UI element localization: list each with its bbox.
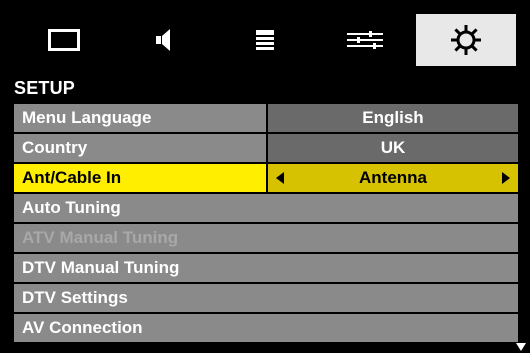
menu-item-value: English bbox=[268, 104, 518, 132]
menu-item-value: Antenna bbox=[359, 168, 427, 187]
scroll-down-icon[interactable] bbox=[516, 343, 526, 351]
menu-item-label: Menu Language bbox=[14, 104, 266, 132]
arrow-right-icon[interactable] bbox=[502, 172, 510, 184]
sound-icon bbox=[152, 27, 178, 53]
menu-item-label: Ant/Cable In bbox=[14, 164, 266, 192]
adjustments-icon bbox=[345, 27, 385, 53]
tab-sound[interactable] bbox=[114, 14, 215, 66]
option-selector[interactable]: Antenna bbox=[268, 164, 518, 192]
menu-item-label: DTV Settings bbox=[14, 284, 518, 312]
menu-item-label: DTV Manual Tuning bbox=[14, 254, 518, 282]
menu-item-auto-tuning[interactable]: Auto Tuning bbox=[14, 194, 518, 222]
setup-gear-icon bbox=[449, 23, 483, 57]
menu-item-value: UK bbox=[268, 134, 518, 162]
channel-list-icon bbox=[254, 27, 276, 53]
menu-item-av-connection[interactable]: AV Connection bbox=[14, 314, 518, 342]
tab-channels[interactable] bbox=[214, 14, 316, 66]
setup-menu: Menu Language English Country UK Ant/Cab… bbox=[14, 104, 518, 344]
menu-item-dtv-manual-tuning[interactable]: DTV Manual Tuning bbox=[14, 254, 518, 282]
menu-item-label: Country bbox=[14, 134, 266, 162]
tab-setup[interactable] bbox=[415, 14, 517, 66]
tab-adjustments[interactable] bbox=[315, 14, 416, 66]
menu-item-label: ATV Manual Tuning bbox=[14, 224, 518, 252]
section-title: SETUP bbox=[14, 78, 76, 98]
menu-item-ant-cable-in[interactable]: Ant/Cable In Antenna bbox=[14, 164, 518, 192]
menu-item-dtv-settings[interactable]: DTV Settings bbox=[14, 284, 518, 312]
picture-icon bbox=[46, 27, 82, 53]
menu-item-atv-manual-tuning: ATV Manual Tuning bbox=[14, 224, 518, 252]
tab-picture[interactable] bbox=[14, 14, 115, 66]
menu-item-country[interactable]: Country UK bbox=[14, 134, 518, 162]
arrow-left-icon[interactable] bbox=[276, 172, 284, 184]
menu-item-menu-language[interactable]: Menu Language English bbox=[14, 104, 518, 132]
menu-tab-bar bbox=[14, 14, 517, 66]
menu-item-label: AV Connection bbox=[14, 314, 518, 342]
menu-item-label: Auto Tuning bbox=[14, 194, 518, 222]
